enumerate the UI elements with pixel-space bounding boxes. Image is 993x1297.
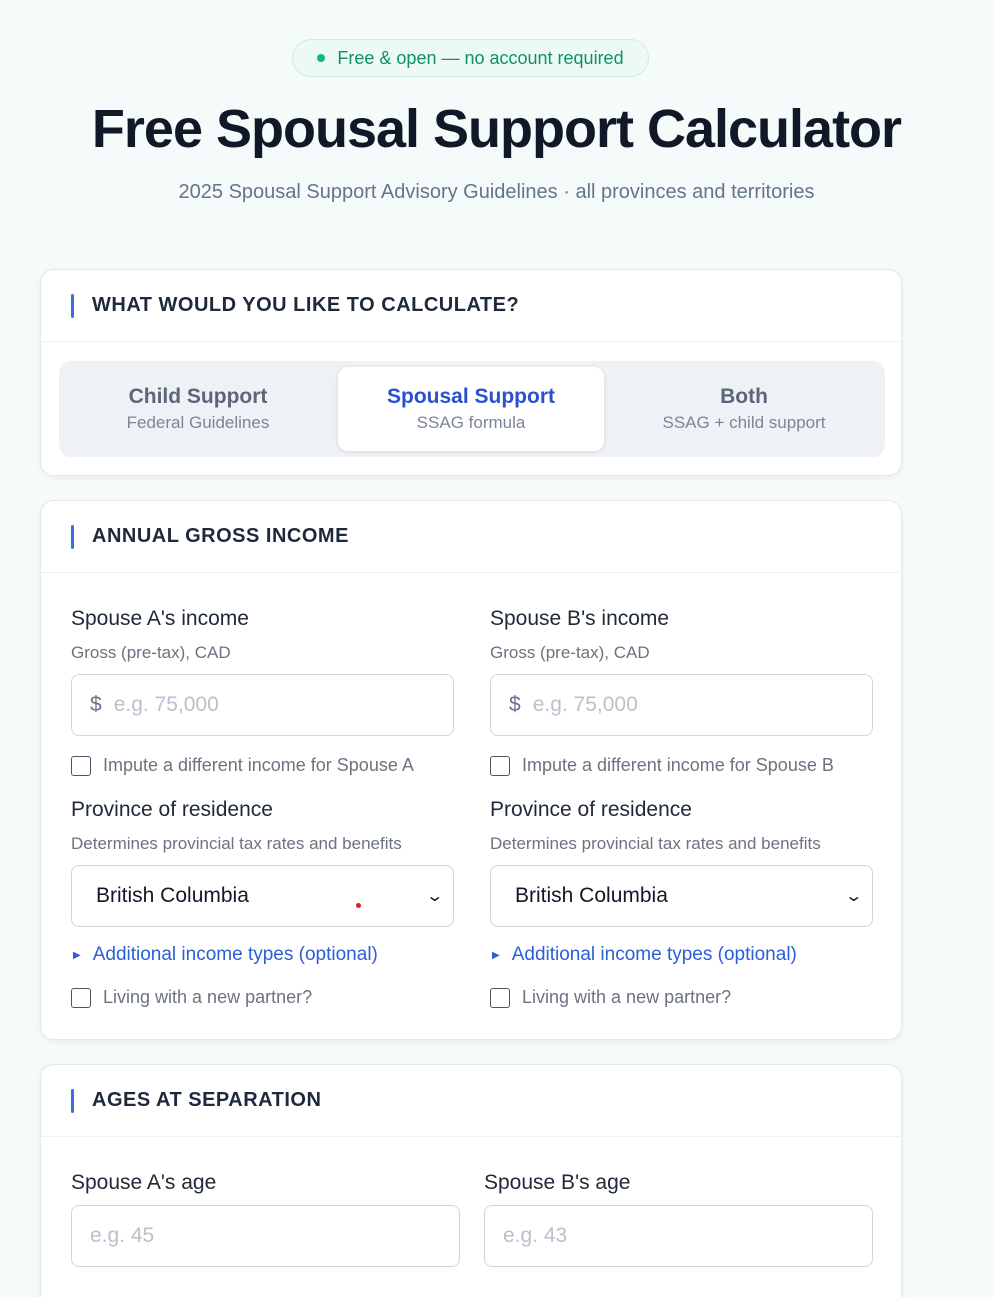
age-placeholder: e.g. 45 (90, 1224, 155, 1247)
checkbox-label: Impute a different income for Spouse B (522, 755, 834, 775)
spouse-b-province-label: Province of residence (490, 798, 692, 821)
chevron-down-icon: ⌄ (424, 888, 444, 905)
spouse-b-impute-checkbox[interactable]: Impute a different income for Spouse B (490, 755, 834, 776)
checkbox-box[interactable] (71, 755, 91, 776)
option-child-support[interactable]: Child Support Federal Guidelines (65, 367, 331, 451)
spouse-a-age-input[interactable]: e.g. 45 (71, 1205, 460, 1267)
disclosure-triangle-icon: ▶ (492, 949, 500, 961)
section-accent-bar (71, 524, 74, 549)
currency-symbol: $ (90, 693, 102, 716)
spouse-b-additional-income-toggle[interactable]: ▶ Additional income types (optional) (492, 944, 797, 966)
disclosure-triangle-icon: ▶ (73, 949, 81, 961)
spouse-a-income-label: Spouse A's income (71, 607, 249, 630)
badge-text: Free & open — no account required (337, 47, 624, 68)
select-value: British Columbia (515, 884, 668, 907)
cursor-marker (356, 903, 361, 908)
checkbox-label: Living with a new partner? (103, 987, 313, 1007)
checkbox-label: Living with a new partner? (522, 987, 732, 1007)
spouse-a-new-partner-checkbox[interactable]: Living with a new partner? (71, 987, 312, 1008)
section-accent-bar (71, 1088, 74, 1113)
option-spousal-support[interactable]: Spousal Support SSAG formula (338, 367, 604, 451)
spouse-b-income-label: Spouse B's income (490, 607, 670, 630)
spouse-a-age-label: Spouse A's age (71, 1171, 217, 1194)
page-subtitle: 2025 Spousal Support Advisory Guidelines… (178, 181, 815, 203)
income-placeholder: e.g. 75,000 (532, 693, 638, 716)
option-subtitle: Federal Guidelines (126, 413, 270, 432)
ages-card: AGES AT SEPARATION Spouse A's age e.g. 4… (40, 1064, 902, 1297)
currency-symbol: $ (509, 693, 521, 716)
calc-type-card: WHAT WOULD YOU LIKE TO CALCULATE? Child … (40, 269, 902, 476)
page-title: Free Spousal Support Calculator (91, 99, 902, 159)
spouse-a-income-help: Gross (pre-tax), CAD (71, 643, 231, 662)
income-card: ANNUAL GROSS INCOME Spouse A's income Gr… (40, 500, 902, 1040)
option-title: Spousal Support (387, 385, 555, 408)
section-accent-bar (71, 293, 74, 318)
spouse-b-income-help: Gross (pre-tax), CAD (490, 643, 650, 662)
section-heading: WHAT WOULD YOU LIKE TO CALCULATE? (92, 294, 520, 316)
option-title: Child Support (128, 385, 268, 408)
spouse-a-province-help: Determines provincial tax rates and bene… (71, 834, 402, 853)
section-heading: ANNUAL GROSS INCOME (92, 525, 349, 547)
section-heading: AGES AT SEPARATION (92, 1089, 322, 1111)
spouse-b-new-partner-checkbox[interactable]: Living with a new partner? (490, 987, 731, 1008)
checkbox-box[interactable] (490, 755, 510, 776)
spouse-a-province-select[interactable]: British Columbia ⌄ (71, 865, 454, 927)
spouse-a-province-label: Province of residence (71, 798, 273, 821)
income-header: ANNUAL GROSS INCOME (41, 501, 901, 573)
spouse-a-income-input[interactable]: $ e.g. 75,000 (71, 674, 454, 736)
chevron-down-icon: ⌄ (843, 888, 863, 905)
spouse-a-additional-income-toggle[interactable]: ▶ Additional income types (optional) (73, 944, 378, 966)
option-both[interactable]: Both SSAG + child support (611, 367, 877, 451)
link-label: Additional income types (optional) (511, 944, 797, 965)
calc-type-segmented-control: Child Support Federal Guidelines Spousal… (59, 361, 885, 457)
select-value: British Columbia (96, 884, 249, 907)
option-title: Both (720, 385, 768, 408)
calc-type-header: WHAT WOULD YOU LIKE TO CALCULATE? (41, 270, 901, 342)
spouse-b-age-input[interactable]: e.g. 43 (484, 1205, 873, 1267)
spouse-b-income-input[interactable]: $ e.g. 75,000 (490, 674, 873, 736)
age-placeholder: e.g. 43 (503, 1224, 568, 1247)
checkbox-box[interactable] (490, 987, 510, 1008)
status-dot-icon (317, 54, 326, 62)
spouse-a-impute-checkbox[interactable]: Impute a different income for Spouse A (71, 755, 414, 776)
link-label: Additional income types (optional) (92, 944, 378, 965)
checkbox-label: Impute a different income for Spouse A (103, 755, 414, 775)
spouse-b-province-help: Determines provincial tax rates and bene… (490, 834, 821, 853)
ages-header: AGES AT SEPARATION (41, 1065, 901, 1137)
status-badge: Free & open — no account required (292, 39, 649, 77)
spouse-b-province-select[interactable]: British Columbia ⌄ (490, 865, 873, 927)
income-placeholder: e.g. 75,000 (113, 693, 219, 716)
option-subtitle: SSAG formula (416, 413, 526, 432)
spouse-b-age-label: Spouse B's age (484, 1171, 631, 1194)
checkbox-box[interactable] (71, 987, 91, 1008)
option-subtitle: SSAG + child support (662, 413, 826, 432)
